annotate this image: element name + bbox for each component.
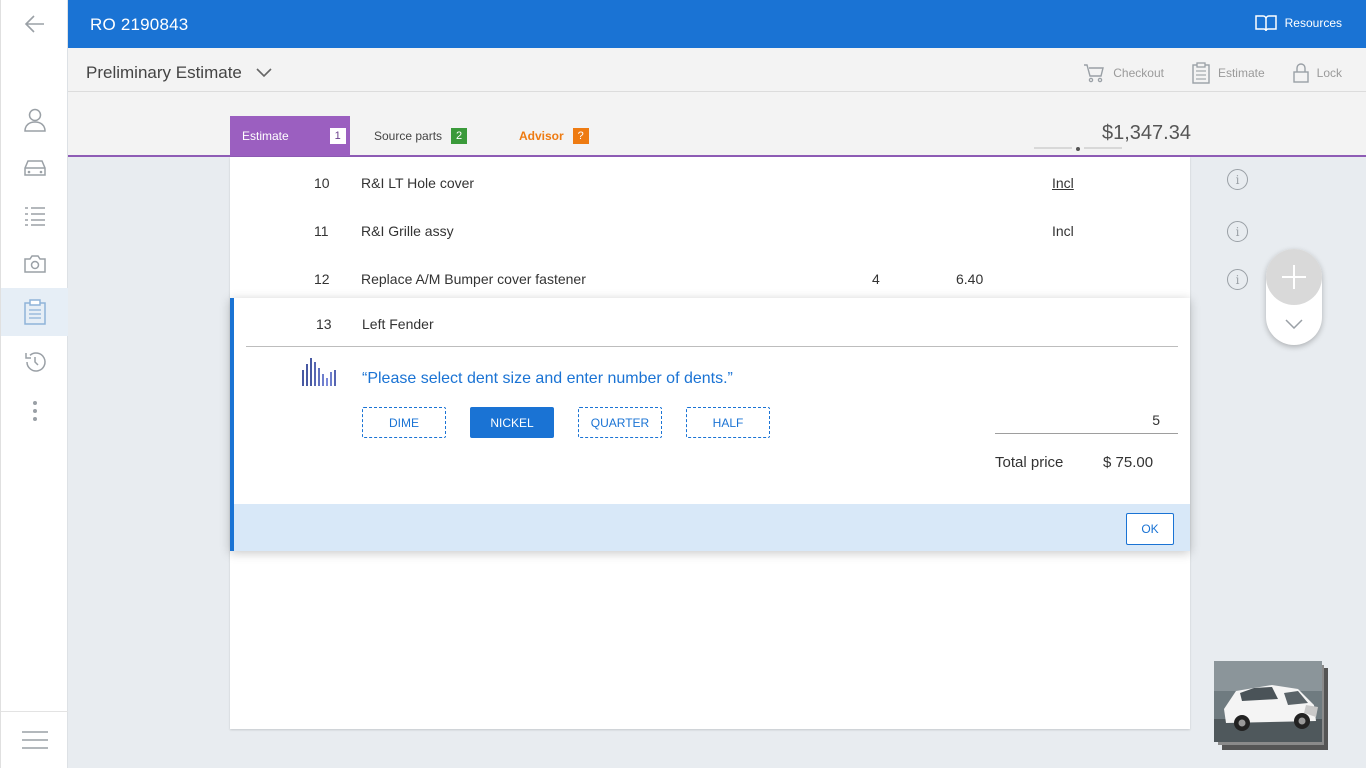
dent-count-input[interactable]: 5 [995,412,1178,434]
vehicle-nav[interactable] [1,144,68,192]
menu-button[interactable] [1,716,68,764]
table-row[interactable]: 10 R&I LT Hole cover Incl [230,157,1190,205]
back-button[interactable] [1,0,68,48]
menu-icon [21,731,48,749]
clipboard-icon [1192,62,1210,84]
tab-advisor[interactable]: Advisor ? [519,116,589,156]
dialog-footer: OK [234,504,1190,551]
add-button[interactable] [1266,249,1322,305]
line-description: Left Fender [362,316,434,332]
line-description: Replace A/M Bumper cover fastener [361,271,586,287]
estimate-toolbar: Preliminary Estimate Checkout Estimate L… [68,48,1366,92]
total-price-value: $ 75.00 [1103,454,1154,471]
history-icon [24,352,46,372]
estimate-type-dropdown[interactable]: Preliminary Estimate [86,63,272,83]
tab-label: Advisor [519,129,564,143]
back-arrow-icon [24,15,44,33]
voice-wave-icon [302,358,336,386]
dent-size-nickel[interactable]: NICKEL [470,407,554,438]
included-link[interactable]: Incl [1052,175,1074,191]
history-nav[interactable] [1,338,68,386]
rail-divider [1,711,68,712]
estimate-type-label: Preliminary Estimate [86,63,242,82]
repair-order-number: RO 2190843 [90,15,189,34]
checkout-button[interactable]: Checkout [1083,62,1164,84]
divider [246,346,1178,347]
tab-estimate[interactable]: Estimate 1 [230,116,350,156]
estimate-button[interactable]: Estimate [1192,62,1265,84]
dent-size-quarter[interactable]: QUARTER [578,407,662,438]
tab-badge: 1 [329,128,346,144]
estimate-nav[interactable] [1,288,68,336]
tab-badge: ? [572,128,589,144]
more-button[interactable] [1,387,68,435]
tab-label: Source parts [374,129,443,143]
list-icon [24,207,45,226]
checkout-label: Checkout [1113,66,1164,80]
person-icon [23,108,46,132]
plus-icon [1282,265,1306,289]
line-number: 12 [314,271,330,287]
left-rail [0,0,68,768]
info-icon[interactable]: i [1227,169,1248,190]
tab-badge: 2 [451,128,468,144]
cart-icon [1084,64,1105,83]
estimate-total[interactable]: $1,347.34 [1102,122,1191,145]
line-number: 13 [316,316,332,332]
chevron-down-icon [256,68,272,78]
tab-strip: Estimate 1 Source parts 2 Advisor ? $1,3… [68,92,1366,157]
ok-button[interactable]: OK [1126,513,1174,545]
car-icon [23,160,46,176]
lock-button[interactable]: Lock [1292,62,1342,84]
book-icon [1254,15,1277,32]
resources-button[interactable]: Resources [1254,14,1342,32]
car-photo [1214,661,1322,742]
line-number: 11 [314,223,329,239]
add-fab [1266,249,1322,345]
lock-label: Lock [1316,66,1342,80]
clipboard-icon [23,299,46,325]
chevron-down-icon[interactable] [1285,319,1303,329]
line-description: R&I LT Hole cover [361,175,475,191]
more-vertical-icon [32,401,37,421]
line-description: R&I Grille assy [361,223,454,239]
table-row[interactable]: 11 R&I Grille assy Incl [230,205,1190,253]
dent-size-dime[interactable]: DIME [362,407,446,438]
tab-source-parts[interactable]: Source parts 2 [374,116,468,156]
line-price: 6.40 [956,271,984,287]
estimate-label: Estimate [1217,66,1265,80]
line-number: 10 [314,175,330,191]
voice-prompt: “Please select dent size and enter numbe… [362,370,733,387]
total-price-label: Total price [995,454,1064,471]
customer-nav[interactable] [1,96,68,144]
vehicle-photo-thumbnail[interactable] [1214,661,1322,742]
top-header: RO 2190843 Resources [68,0,1366,48]
dent-size-half[interactable]: HALF [686,407,770,438]
tab-label: Estimate [242,129,289,143]
camera-icon [23,255,46,273]
included-label: Incl [1052,223,1074,239]
line-quantity: 4 [872,271,880,287]
info-icon[interactable]: i [1227,269,1248,290]
resources-label: Resources [1284,16,1342,30]
info-icon[interactable]: i [1227,221,1248,242]
total-underline [1034,147,1122,151]
table-row[interactable]: 12 Replace A/M Bumper cover fastener 4 6… [230,253,1190,301]
photos-nav[interactable] [1,240,68,288]
dent-size-dialog: 13 Left Fender “Please select dent size … [230,298,1190,551]
lock-icon [1292,63,1309,83]
list-nav[interactable] [1,192,68,240]
